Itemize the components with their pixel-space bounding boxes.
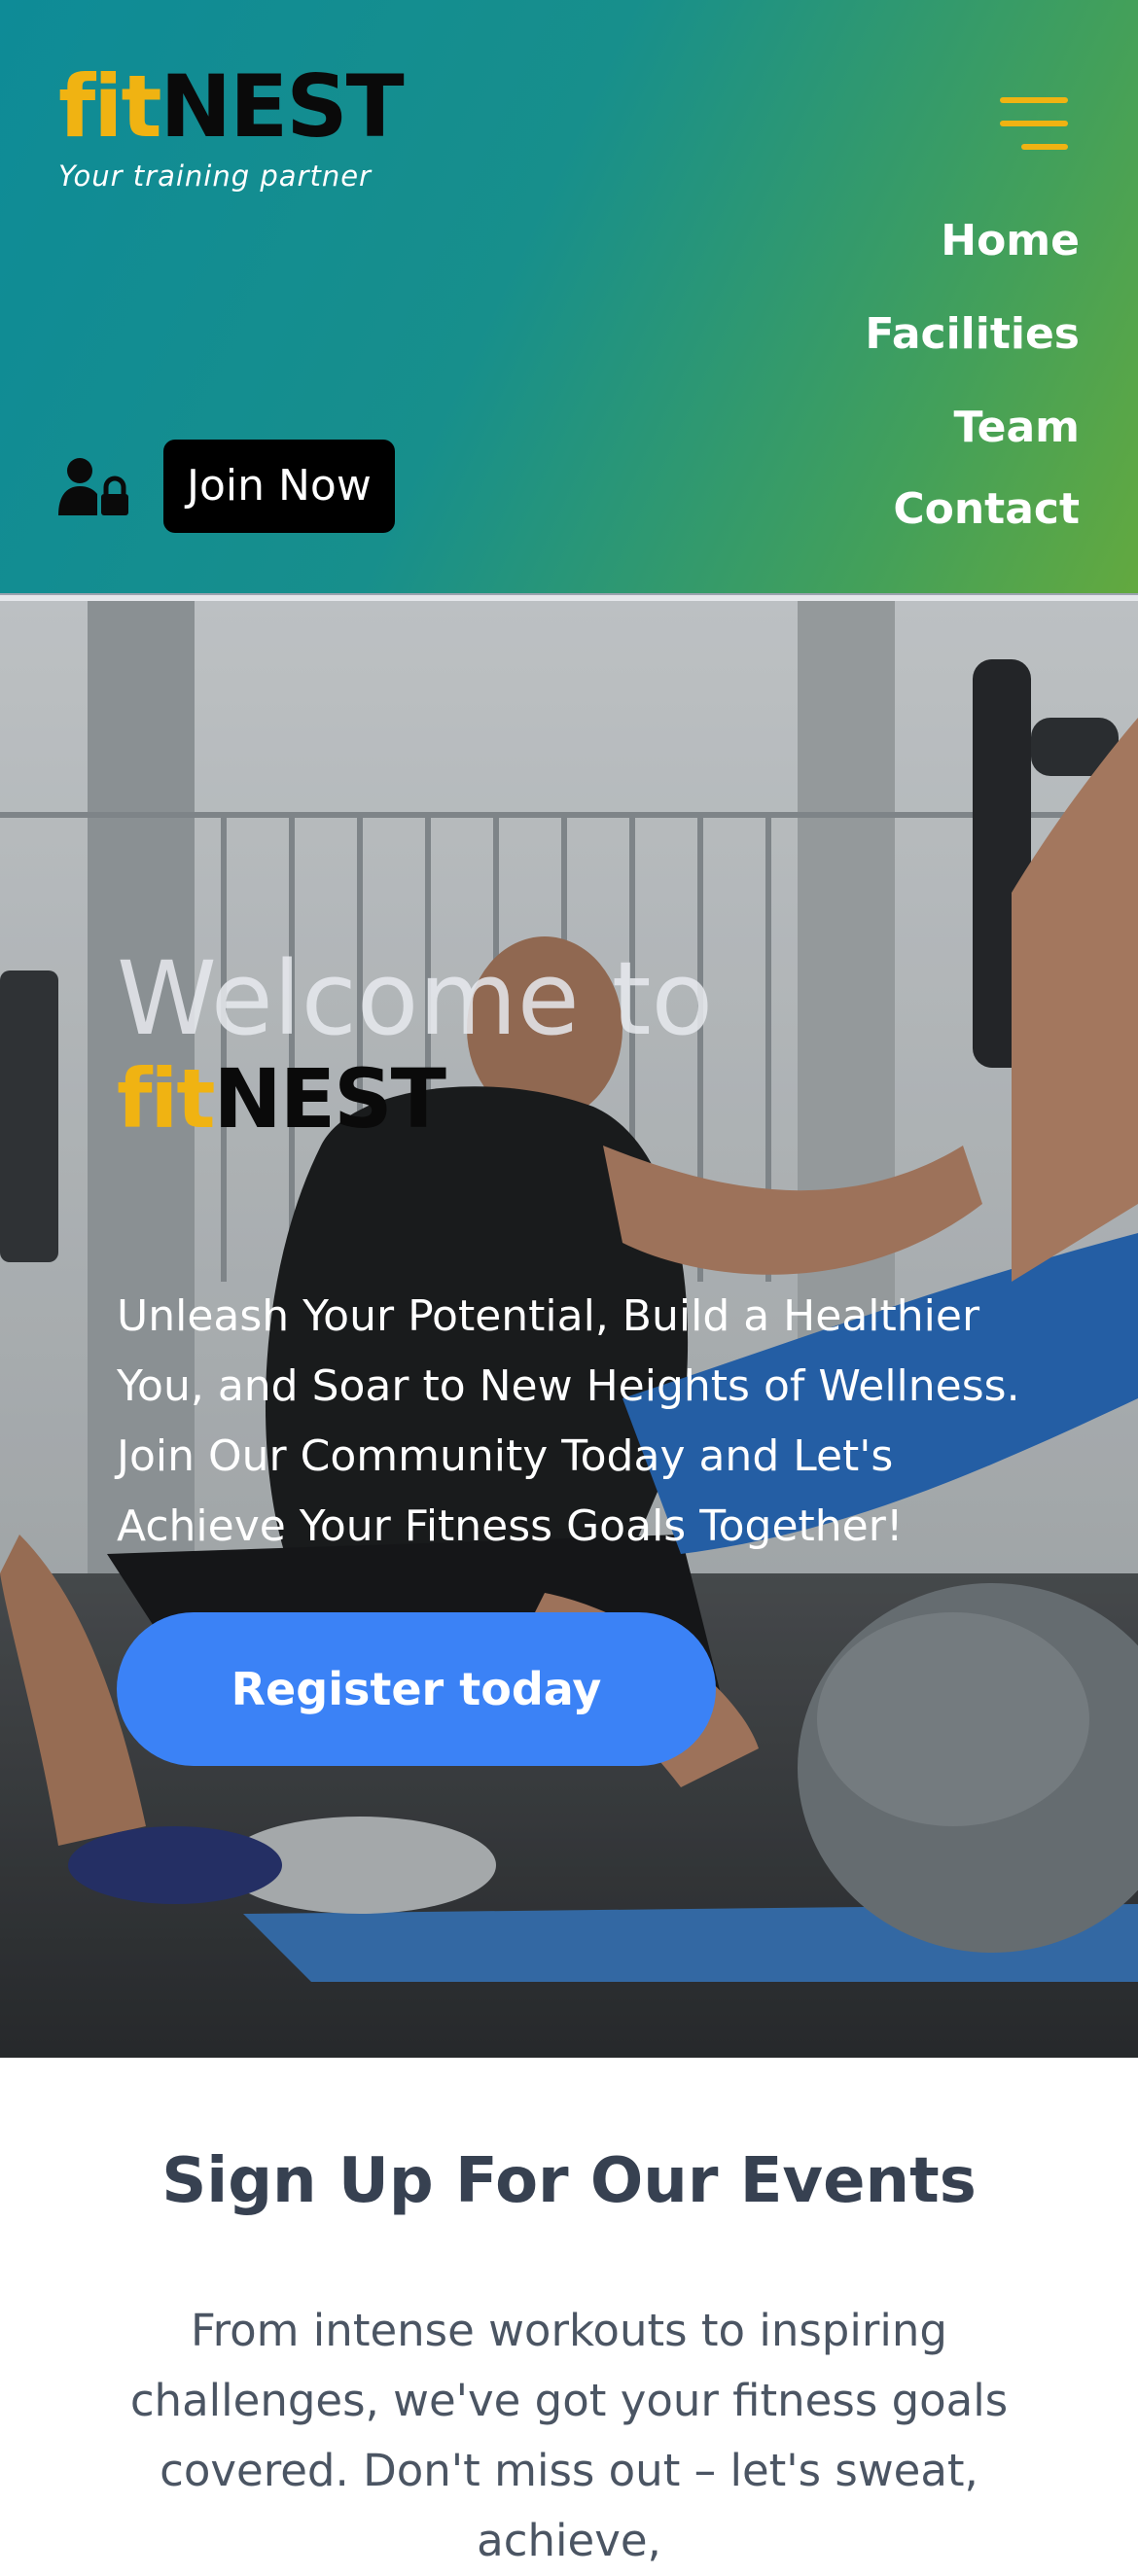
nav-item-contact[interactable]: Contact <box>893 484 1080 534</box>
hero-logo-wordmark: fitNEST <box>117 1058 446 1140</box>
site-header: fitNEST Your training partner Home Facil… <box>0 0 1138 593</box>
nav-item-team[interactable]: Team <box>953 403 1080 452</box>
events-description: From intense workouts to inspiring chall… <box>129 2305 1009 2566</box>
user-lock-icon[interactable] <box>58 457 130 517</box>
nav-item-facilities[interactable]: Facilities <box>865 309 1080 359</box>
hero-logo-nest-text: NEST <box>213 1051 446 1147</box>
nav-item-home[interactable]: Home <box>941 216 1080 265</box>
brand-tagline: Your training partner <box>58 159 372 193</box>
hero-logo-fit-text: fit <box>117 1051 215 1147</box>
logo-nest-text: NEST <box>160 56 405 157</box>
hero-logo: fitNEST <box>117 1058 446 1140</box>
join-now-button[interactable]: Join Now <box>163 440 395 533</box>
hamburger-menu-icon[interactable] <box>1000 97 1068 152</box>
logo-wordmark: fitNEST <box>58 64 405 150</box>
hero-title: Welcome to <box>117 939 714 1058</box>
brand-logo[interactable]: fitNEST Your training partner <box>58 64 405 194</box>
register-today-button[interactable]: Register today <box>117 1612 716 1766</box>
hero-section: Welcome to fitNEST Unleash Your Potentia… <box>0 601 1138 2058</box>
events-section: Sign Up For Our Events From intense work… <box>0 2058 1138 2566</box>
events-heading: Sign Up For Our Events <box>161 2145 977 2217</box>
logo-fit-text: fit <box>58 56 162 157</box>
hero-description: Unleash Your Potential, Build a Healthie… <box>117 1291 1020 1551</box>
header-divider <box>0 593 1138 601</box>
